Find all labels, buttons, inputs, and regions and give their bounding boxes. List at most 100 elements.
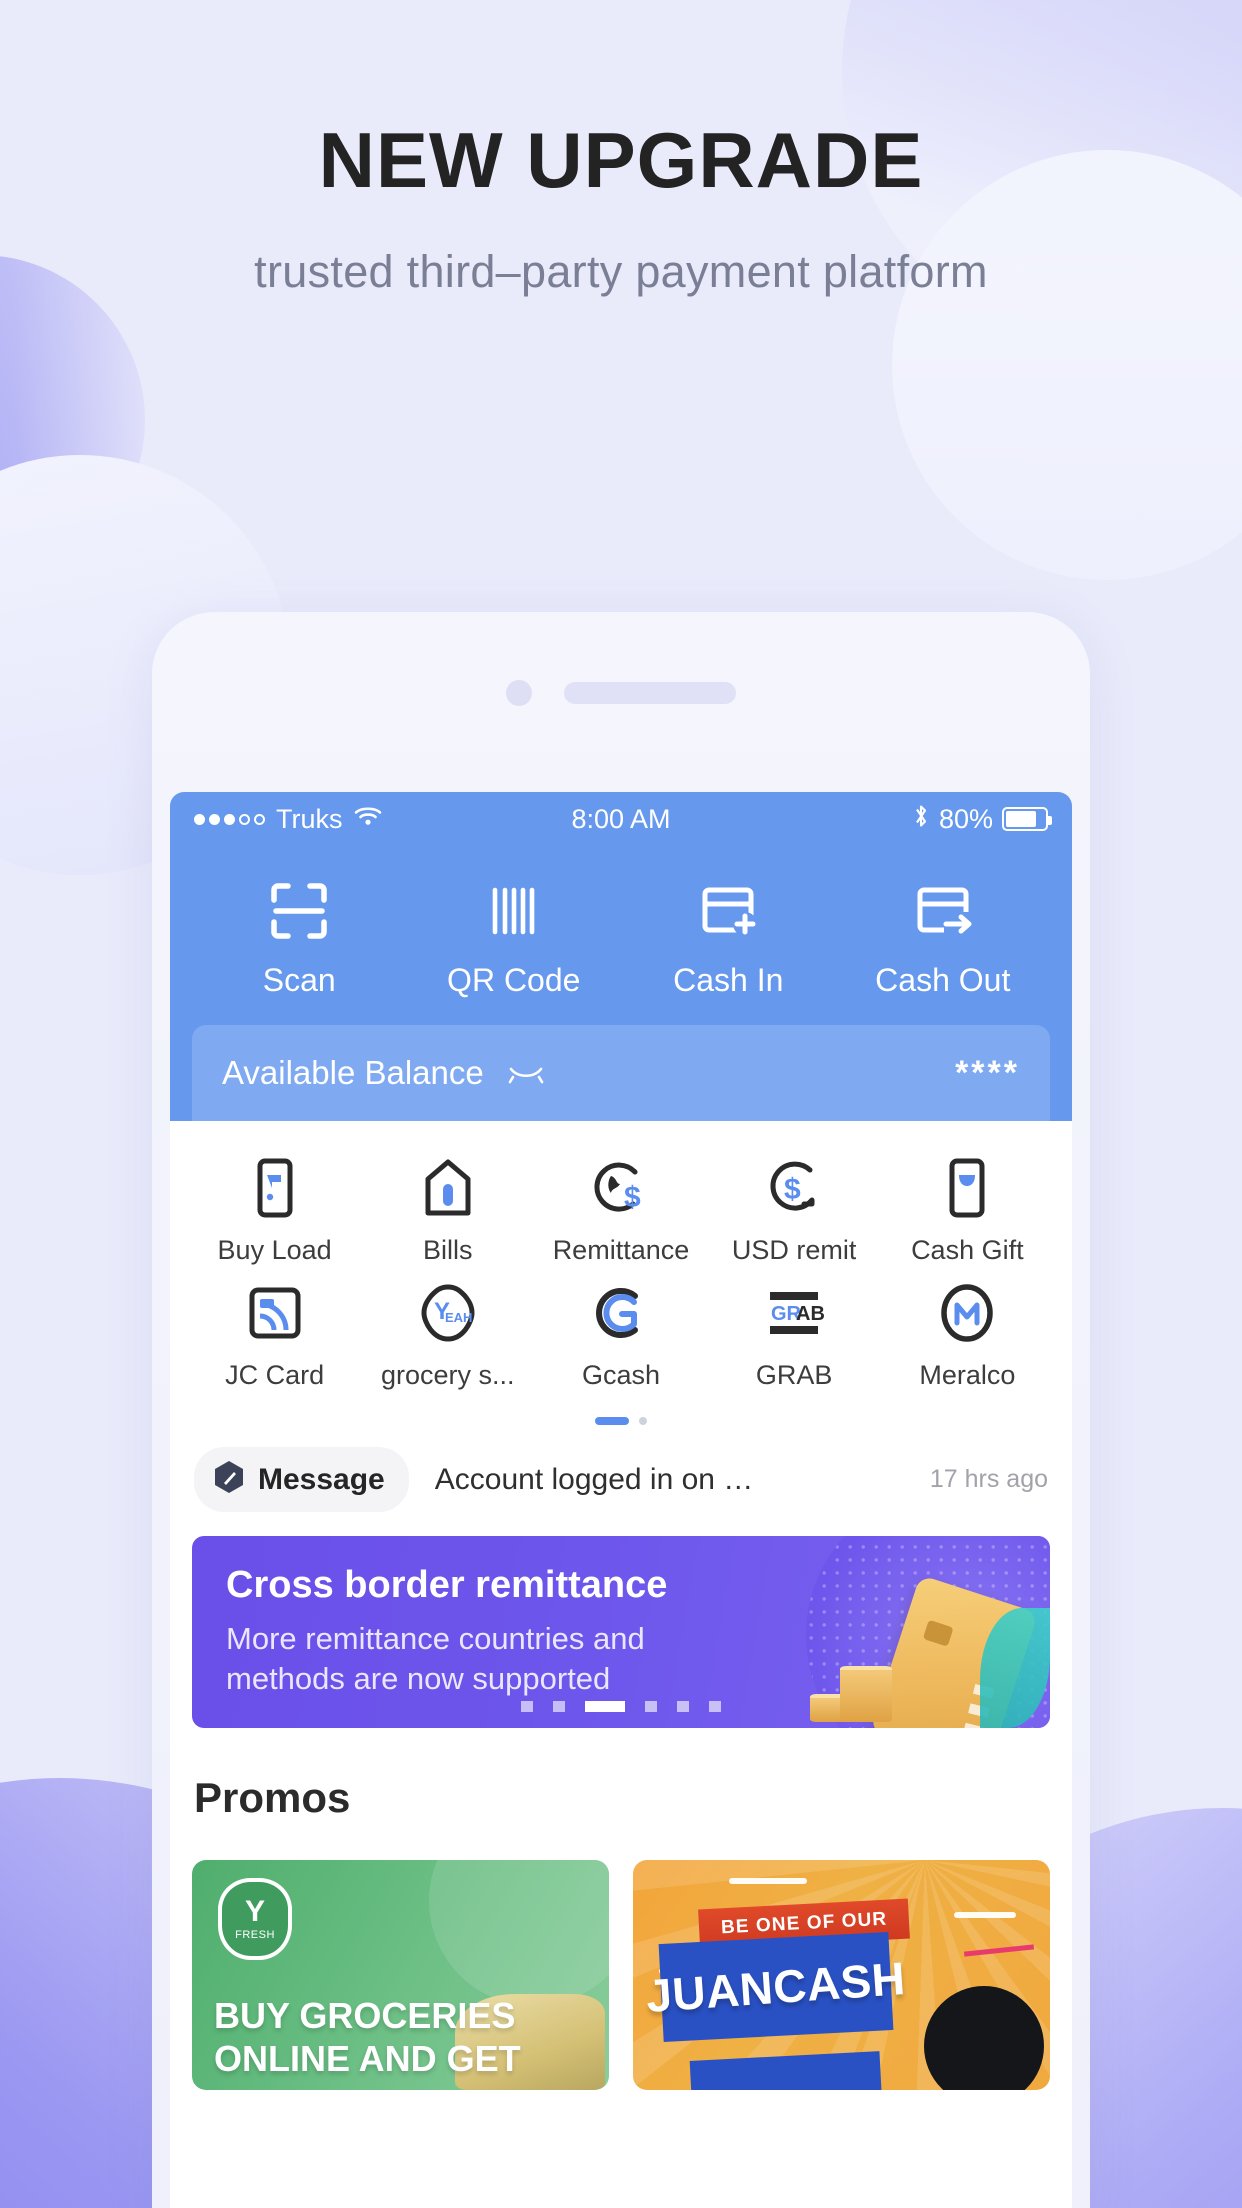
quick-action-label: Cash In — [673, 962, 784, 998]
svg-text:$: $ — [784, 1173, 801, 1206]
available-balance-card[interactable]: Available Balance **** — [192, 1025, 1050, 1121]
banner-title: Cross border remittance — [226, 1564, 668, 1606]
app-header: Scan QR Code Cash In Cash Out Available … — [170, 846, 1072, 1121]
service-label: Bills — [423, 1235, 473, 1265]
grab-icon: GR AB — [764, 1282, 824, 1344]
svg-text:AB: AB — [796, 1303, 824, 1325]
message-strip[interactable]: Message Account logged in on anoth... 17… — [170, 1429, 1072, 1528]
barcode-icon — [485, 880, 543, 942]
poster-canvas: NEW UPGRADE trusted third–party payment … — [0, 0, 1242, 2208]
promos-heading: Promos — [194, 1774, 351, 1821]
battery-percent: 80% — [938, 803, 993, 834]
yeah-fresh-badge-icon: Y FRESH — [218, 1878, 292, 1960]
gcash-icon — [592, 1282, 650, 1344]
banner-subtitle-line1: More remittance countries and — [226, 1621, 645, 1656]
svg-text:EAH: EAH — [445, 1310, 472, 1325]
signal-strength-icon — [194, 813, 265, 825]
service-label: Cash Gift — [911, 1235, 1024, 1265]
services-pagination[interactable] — [188, 1395, 1054, 1429]
banner-dot[interactable] — [645, 1701, 657, 1712]
eye-closed-icon[interactable] — [506, 1061, 546, 1085]
dollar-circle-icon: $ — [764, 1157, 824, 1219]
service-remittance[interactable]: $ Remittance — [534, 1145, 707, 1270]
badge-sub: FRESH — [235, 1929, 275, 1941]
hero-section: NEW UPGRADE trusted third–party payment … — [0, 116, 1242, 298]
meralco-icon — [939, 1282, 995, 1344]
promo-banner-remittance[interactable]: Cross border remittance More remittance … — [192, 1536, 1050, 1728]
camera-icon — [506, 680, 532, 706]
service-label: JC Card — [225, 1360, 325, 1390]
message-badge-label: Message — [258, 1462, 385, 1496]
service-meralco[interactable]: Meralco — [881, 1270, 1054, 1395]
service-label: USD remit — [731, 1235, 857, 1265]
promo-line1: BUY GROCERIES — [214, 1995, 516, 2037]
service-jc-card[interactable]: JC Card — [188, 1270, 361, 1395]
banner-dot[interactable] — [677, 1701, 689, 1712]
service-bills[interactable]: Bills — [361, 1145, 534, 1270]
service-label: Remittance — [552, 1235, 690, 1265]
phone-mockup: Truks 8:00 AM 80% Scan QR Code Cash In C… — [152, 612, 1090, 2208]
service-grocery[interactable]: Y EAH grocery s... — [361, 1270, 534, 1395]
service-buy-load[interactable]: Buy Load — [188, 1145, 361, 1270]
quick-actions-row: Scan QR Code Cash In Cash Out — [170, 872, 1072, 999]
phone-gift-icon — [944, 1157, 990, 1219]
service-label: grocery s... — [381, 1360, 515, 1390]
promo-card-juancash[interactable]: BE ONE OF OUR JUANCASH — [633, 1860, 1050, 2090]
services-row-1: Buy Load Bills $ Remittance $ USD remit … — [188, 1145, 1054, 1270]
promo-decor-circle — [429, 1860, 609, 2006]
status-bar-left: Truks — [194, 804, 571, 835]
yeah-fresh-icon: Y EAH — [420, 1282, 476, 1344]
quick-action-label: QR Code — [447, 962, 581, 998]
quick-action-cash-in[interactable]: Cash In — [621, 880, 836, 999]
promo-ribbon-main-text: JUANCASH — [644, 1952, 908, 2022]
balance-label: Available Balance — [222, 1054, 484, 1091]
quick-action-cash-out[interactable]: Cash Out — [836, 880, 1051, 999]
banner-text: Cross border remittance More remittance … — [192, 1536, 1050, 1698]
service-gcash[interactable]: Gcash — [534, 1270, 707, 1395]
service-cash-gift[interactable]: Cash Gift — [881, 1145, 1054, 1270]
carrier-name: Truks — [276, 803, 343, 834]
banner-subtitle-line2: methods are now supported — [226, 1660, 611, 1696]
house-bill-icon — [422, 1157, 474, 1219]
services-row-2: JC Card Y EAH grocery s... Gcash GR AB G… — [188, 1270, 1054, 1395]
service-label: Meralco — [919, 1360, 1016, 1390]
message-badge[interactable]: Message — [194, 1447, 409, 1512]
pagination-dot-active[interactable] — [595, 1417, 629, 1425]
status-bar: Truks 8:00 AM 80% — [170, 792, 1072, 846]
quick-action-label: Cash Out — [875, 962, 1011, 998]
phone-notch — [152, 680, 1090, 706]
banner-pagination[interactable] — [192, 1701, 1050, 1712]
quick-action-label: Scan — [262, 962, 336, 998]
promo-text: BUY GROCERIES ONLINE AND GET — [214, 1995, 599, 2080]
banner-dot-active[interactable] — [585, 1701, 625, 1712]
bluetooth-icon — [912, 803, 930, 836]
card-arrow-icon — [912, 880, 974, 942]
promo-card-groceries[interactable]: Y FRESH BUY GROCERIES ONLINE AND GET — [192, 1860, 609, 2090]
badge-letter: Y — [244, 1895, 265, 1928]
banner-dot[interactable] — [553, 1701, 565, 1712]
hero-title: NEW UPGRADE — [318, 116, 924, 204]
decor-line — [729, 1878, 807, 1884]
scan-icon — [268, 880, 330, 942]
speaker-grill — [564, 682, 736, 704]
globe-dollar-icon: $ — [591, 1157, 651, 1219]
quick-action-qr-code[interactable]: QR Code — [407, 880, 622, 999]
pagination-dot[interactable] — [639, 1417, 647, 1425]
promos-row: Y FRESH BUY GROCERIES ONLINE AND GET BE … — [170, 1822, 1072, 2090]
pencil-hex-icon — [212, 1459, 246, 1500]
promo-ribbon-main: JUANCASH — [645, 1932, 907, 2042]
hero-subtitle: trusted third–party payment platform — [254, 245, 988, 297]
service-usd-remit[interactable]: $ USD remit — [708, 1145, 881, 1270]
service-grab[interactable]: GR AB GRAB — [708, 1270, 881, 1395]
jc-card-icon — [246, 1282, 304, 1344]
phone-screen: Truks 8:00 AM 80% Scan QR Code Cash In C… — [170, 792, 1072, 2208]
service-label: GRAB — [755, 1360, 833, 1390]
banner-dot[interactable] — [521, 1701, 533, 1712]
wifi-icon — [353, 804, 383, 835]
balance-value: **** — [955, 1053, 1020, 1092]
quick-action-scan[interactable]: Scan — [192, 880, 407, 999]
banner-dot[interactable] — [709, 1701, 721, 1712]
status-bar-right: 80% — [671, 803, 1052, 836]
battery-icon — [1002, 807, 1052, 831]
message-text[interactable]: Account logged in on anoth... — [435, 1463, 765, 1497]
